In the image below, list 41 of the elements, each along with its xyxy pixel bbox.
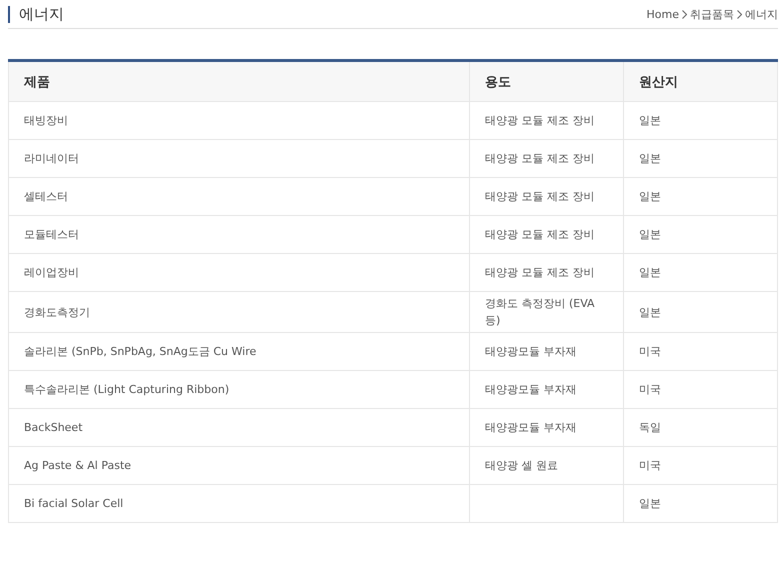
- table-cell: 솔라리본 (SnPb, SnPbAg, SnAg도금 Cu Wire: [8, 332, 470, 370]
- table-cell: 미국: [624, 370, 778, 408]
- chevron-icon: [682, 10, 687, 18]
- table-cell: 경화도측정기: [8, 292, 470, 332]
- table-cell: 레이업장비: [8, 254, 470, 292]
- table-cell: 일본: [624, 178, 778, 216]
- table-cell: 태양광 모듈 제조 장비: [470, 178, 624, 216]
- table-cell: 미국: [624, 446, 778, 484]
- table-cell: 경화도 측정장비 (EVA 등): [470, 292, 624, 332]
- table-cell: 태양광 셀 원료: [470, 446, 624, 484]
- table-cell: 독일: [624, 408, 778, 446]
- table-cell: 일본: [624, 216, 778, 254]
- table-cell: 모듈테스터: [8, 216, 470, 254]
- table-cell: 태양광모듈 부자재: [470, 332, 624, 370]
- table-cell: 특수솔라리본 (Light Capturing Ribbon): [8, 370, 470, 408]
- table-cell: 셀테스터: [8, 178, 470, 216]
- table-cell: 일본: [624, 254, 778, 292]
- table-cell: 일본: [624, 140, 778, 178]
- table-cell: 라미네이터: [8, 140, 470, 178]
- table-cell: 미국: [624, 332, 778, 370]
- table-cell: 태양광 모듈 제조 장비: [470, 140, 624, 178]
- table-cell: 태양광 모듈 제조 장비: [470, 254, 624, 292]
- table-cell: 태양광모듈 부자재: [470, 408, 624, 446]
- table-cell: 태양광 모듈 제조 장비: [470, 216, 624, 254]
- column-header: 용도: [470, 60, 624, 102]
- page-title: 에너지: [19, 4, 64, 24]
- column-header: 제품: [8, 60, 470, 102]
- breadcrumb-link[interactable]: 취급품목: [690, 6, 734, 22]
- column-header: 원산지: [624, 60, 778, 102]
- chevron-icon: [737, 10, 742, 18]
- breadcrumb-current: 에너지: [745, 6, 778, 22]
- table-cell: 태빙장비: [8, 102, 470, 140]
- table-cell: Ag Paste & Al Paste: [8, 446, 470, 484]
- table-cell: Bi facial Solar Cell: [8, 484, 470, 522]
- breadcrumb-link[interactable]: Home: [646, 8, 679, 20]
- table-cell: 태양광 모듈 제조 장비: [470, 102, 624, 140]
- table-cell: BackSheet: [8, 408, 470, 446]
- table-cell: 일본: [624, 102, 778, 140]
- table-cell: 일본: [624, 484, 778, 522]
- table-cell: 일본: [624, 292, 778, 332]
- table-cell: 태양광모듈 부자재: [470, 370, 624, 408]
